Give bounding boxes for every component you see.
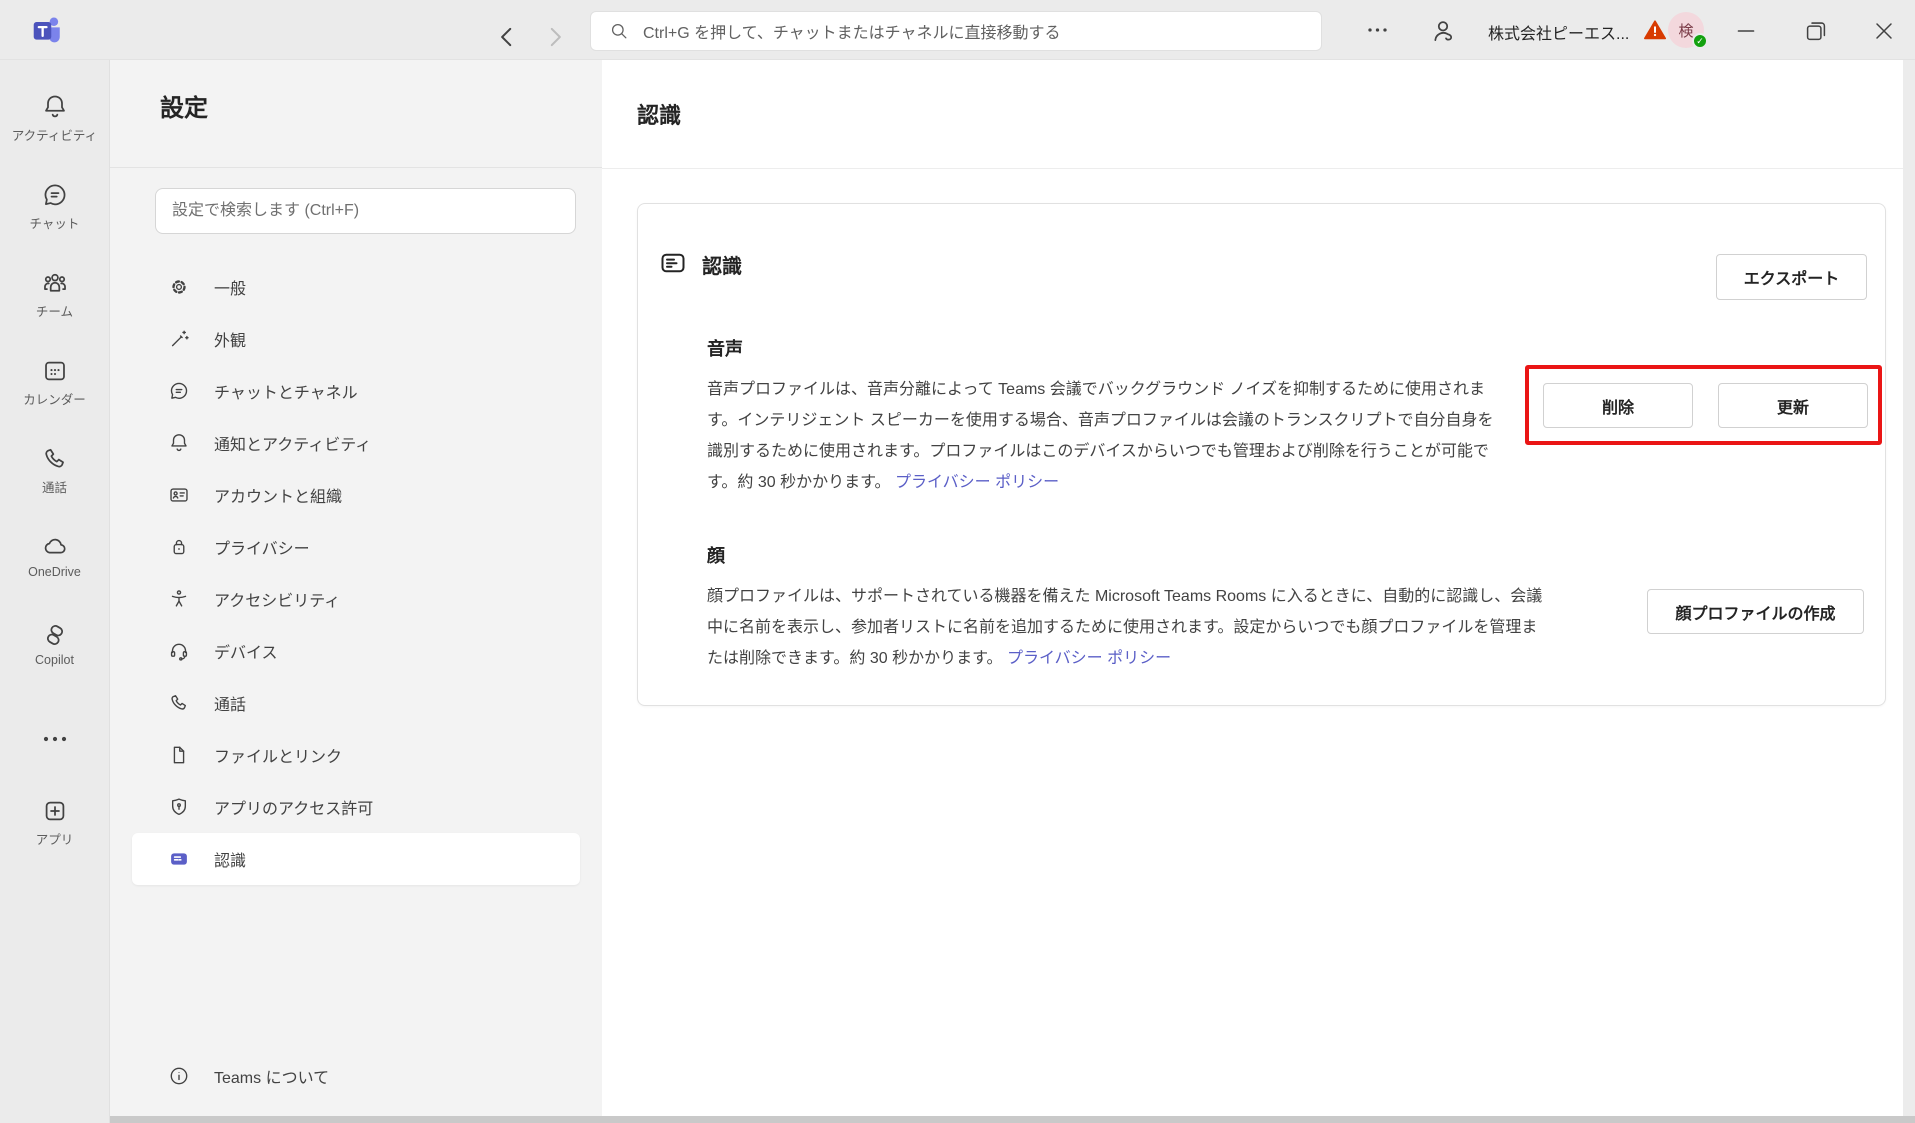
phone-icon	[41, 445, 69, 473]
settings-search-input[interactable]	[155, 188, 576, 234]
apps-plus-icon	[41, 797, 69, 825]
rail-item-activity[interactable]: アクティビティ	[0, 79, 110, 167]
calendar-icon	[41, 357, 69, 385]
copilot-icon	[41, 621, 69, 649]
titlebar-more-options-icon[interactable]	[1362, 17, 1398, 43]
rail-item-label: 通話	[42, 477, 67, 496]
settings-sidebar: 設定 一般 外観 チャットとチャネル	[110, 60, 602, 1123]
warning-icon	[1643, 18, 1667, 42]
rail-item-label: チャット	[30, 213, 80, 232]
about-teams-item[interactable]: Teams について	[132, 1050, 580, 1102]
title-bar: Ctrl+G を押して、チャットまたはチャネルに直接移動する 株式会社ピーエス.…	[0, 0, 1915, 60]
card-title: 認識	[702, 250, 742, 279]
voice-section-heading: 音声	[707, 335, 743, 361]
bell-icon	[168, 432, 190, 454]
rail-item-more-apps[interactable]	[0, 695, 110, 783]
settings-nav-item-privacy[interactable]: プライバシー	[132, 521, 580, 573]
rail-item-calls[interactable]: 通話	[0, 431, 110, 519]
document-icon	[168, 744, 190, 766]
back-button[interactable]	[494, 24, 520, 50]
rail-item-copilot[interactable]: Copilot	[0, 607, 110, 695]
settings-nav-item-devices[interactable]: デバイス	[132, 625, 580, 677]
horizontal-scrollbar[interactable]	[110, 1116, 1915, 1123]
people-icon	[41, 269, 69, 297]
global-search-box[interactable]: Ctrl+G を押して、チャットまたはチャネルに直接移動する	[590, 11, 1322, 51]
voice-privacy-policy-link[interactable]: プライバシー ポリシー	[895, 474, 1059, 491]
face-section-description: 顔プロファイルは、サポートされている機器を備えた Microsoft Teams…	[707, 581, 1545, 674]
bell-icon	[41, 93, 69, 121]
info-icon	[168, 1065, 190, 1087]
avatar-initial: 検	[1678, 20, 1693, 41]
face-section-heading: 顔	[707, 542, 725, 568]
voice-section-description: 音声プロファイルは、音声分離によって Teams 会議でバックグラウンド ノイズ…	[707, 374, 1507, 498]
shield-icon	[168, 796, 190, 818]
rail-item-apps[interactable]: アプリ	[0, 783, 110, 871]
lock-icon	[168, 536, 190, 558]
vertical-scrollbar[interactable]	[1903, 60, 1915, 1123]
search-icon	[609, 21, 629, 41]
rail-item-label: カレンダー	[23, 389, 86, 408]
restore-button[interactable]	[1802, 17, 1830, 45]
settings-nav-list: 一般 外観 チャットとチャネル 通知とアクティビティ	[132, 261, 580, 885]
close-button[interactable]	[1870, 17, 1898, 45]
phone-icon	[168, 692, 190, 714]
page-title: 認識	[637, 98, 681, 130]
rail-item-label: OneDrive	[28, 565, 81, 579]
settings-nav-item-accessibility[interactable]: アクセシビリティ	[132, 573, 580, 625]
organization-name[interactable]: 株式会社ピーエス...	[1488, 20, 1638, 44]
delete-voice-profile-button[interactable]: 削除	[1543, 383, 1693, 428]
rail-item-chat[interactable]: チャット	[0, 167, 110, 255]
contact-card-icon	[168, 484, 190, 506]
teams-settings-window: Ctrl+G を押して、チャットまたはチャネルに直接移動する 株式会社ピーエス.…	[0, 0, 1915, 1123]
cloud-icon	[41, 533, 69, 561]
settings-nav-item-chat-channels[interactable]: チャットとチャネル	[132, 365, 580, 417]
settings-nav-item-app-permissions[interactable]: アプリのアクセス許可	[132, 781, 580, 833]
headset-icon	[168, 640, 190, 662]
rail-item-calendar[interactable]: カレンダー	[0, 343, 110, 431]
settings-nav-item-general[interactable]: 一般	[132, 261, 580, 313]
recognition-outline-icon	[658, 248, 688, 278]
about-teams-section: Teams について	[132, 1050, 580, 1102]
chat-icon	[168, 380, 190, 402]
recognition-card: 認識 エクスポート 音声 音声プロファイルは、音声分離によって Teams 会議…	[637, 203, 1886, 706]
settings-content: 認識 認識 エクスポート 音声 音声プロファイルは、音声分離によって Teams…	[602, 60, 1915, 1123]
more-dots-icon	[41, 731, 69, 743]
forward-button[interactable]	[542, 24, 568, 50]
rail-item-label: アクティビティ	[12, 125, 97, 144]
settings-nav-item-accounts[interactable]: アカウントと組織	[132, 469, 580, 521]
rail-item-label: アプリ	[36, 829, 74, 848]
settings-nav-item-notifications[interactable]: 通知とアクティビティ	[132, 417, 580, 469]
teams-logo-icon[interactable]	[30, 13, 64, 47]
face-privacy-policy-link[interactable]: プライバシー ポリシー	[1007, 650, 1171, 667]
export-button[interactable]: エクスポート	[1716, 254, 1867, 300]
presence-available-badge: ✓	[1692, 33, 1708, 49]
chat-icon	[41, 181, 69, 209]
rail-item-onedrive[interactable]: OneDrive	[0, 519, 110, 607]
content-divider	[602, 168, 1915, 169]
presence-person-icon[interactable]	[1429, 17, 1457, 45]
wand-icon	[168, 328, 190, 350]
minimize-button[interactable]	[1732, 17, 1760, 45]
rail-item-label: Copilot	[35, 653, 74, 667]
update-voice-profile-button[interactable]: 更新	[1718, 383, 1868, 428]
rail-item-label: チーム	[36, 301, 73, 320]
accessibility-icon	[168, 588, 190, 610]
global-search-placeholder: Ctrl+G を押して、チャットまたはチャネルに直接移動する	[643, 19, 1061, 43]
settings-title: 設定	[160, 88, 208, 123]
settings-nav-item-calls[interactable]: 通話	[132, 677, 580, 729]
create-face-profile-button[interactable]: 顔プロファイルの作成	[1647, 589, 1864, 634]
rail-item-teams[interactable]: チーム	[0, 255, 110, 343]
recognition-icon	[168, 848, 190, 870]
settings-nav-item-appearance[interactable]: 外観	[132, 313, 580, 365]
voice-description-text: 音声プロファイルは、音声分離によって Teams 会議でバックグラウンド ノイズ…	[707, 381, 1494, 491]
gear-icon	[168, 276, 190, 298]
settings-nav-item-recognition[interactable]: 認識	[132, 833, 580, 885]
sidebar-divider	[110, 167, 602, 168]
settings-nav-item-files-links[interactable]: ファイルとリンク	[132, 729, 580, 781]
app-rail: アクティビティ チャット チーム カレンダー 通話	[0, 60, 110, 1123]
